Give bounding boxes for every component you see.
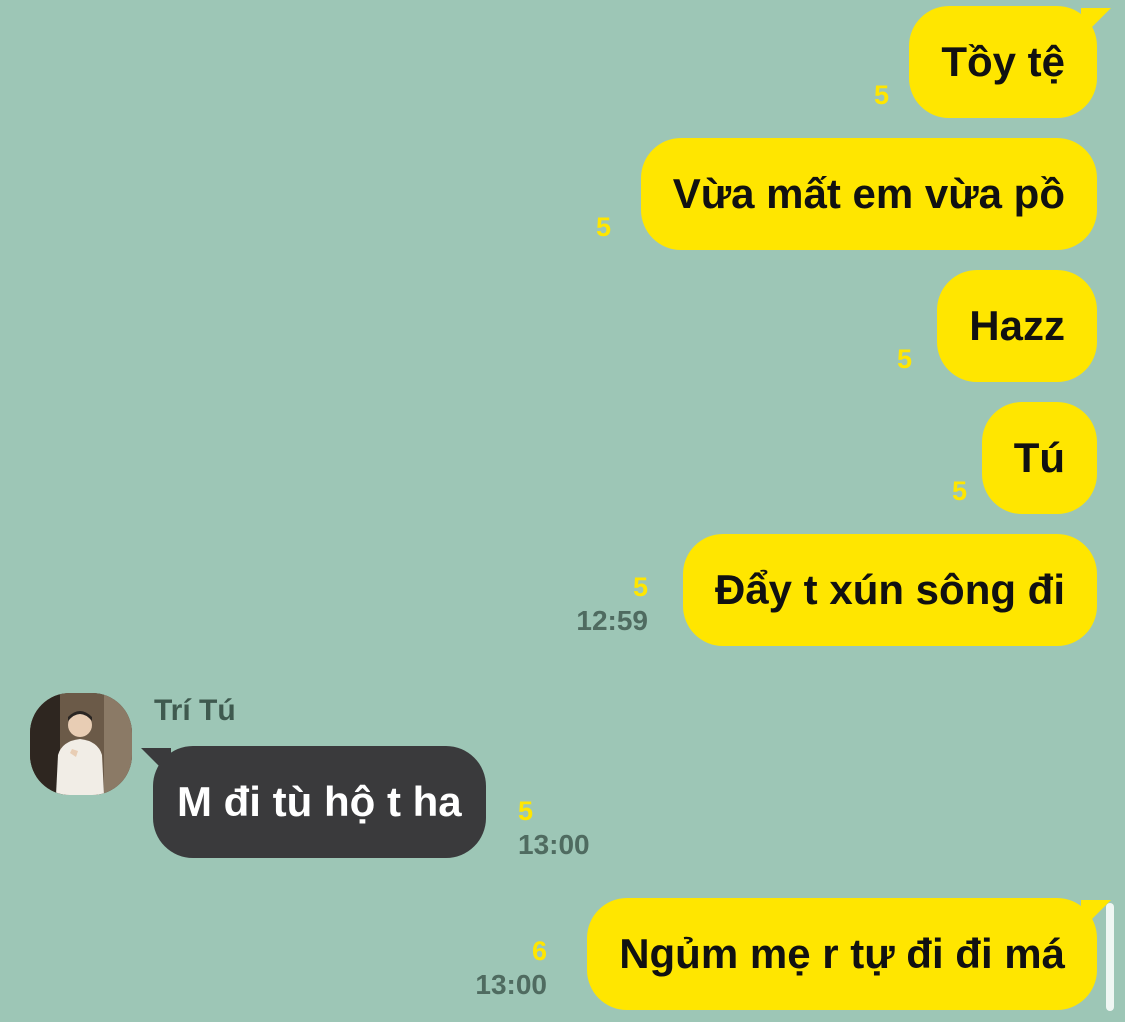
message-text: Hazz — [969, 302, 1065, 349]
message-bubble-incoming[interactable]: M đi tù hộ t ha — [141, 746, 486, 858]
sender-name: Trí Tú — [154, 694, 236, 727]
message-meta: 6 13:00 — [475, 936, 547, 1001]
message-bubble-outgoing[interactable]: Vừa mất em vừa pồ — [640, 138, 1097, 250]
message-meta: 5 — [596, 212, 611, 243]
message-meta: 5 13:00 — [518, 796, 590, 861]
chat-thread[interactable]: Tồy tệ 5 Vừa mất em vừa pồ 5 Hazz 5 Tú 5… — [0, 0, 1125, 1022]
profile-photo-icon[interactable] — [30, 693, 132, 795]
unread-count: 5 — [632, 572, 648, 602]
unread-count: 6 — [531, 936, 547, 966]
message-text: Đẩy t xún sông đi — [714, 566, 1065, 613]
unread-count: 5 — [951, 476, 967, 506]
message-meta: 5 — [952, 476, 967, 507]
unread-count: 5 — [896, 344, 912, 374]
message-text: Tú — [1013, 434, 1065, 481]
message-bubble-outgoing[interactable]: Đẩy t xún sông đi — [682, 534, 1097, 646]
unread-count: 5 — [518, 796, 534, 826]
avatar-image — [30, 693, 132, 795]
message-bubble-outgoing[interactable]: Tồy tệ — [909, 6, 1111, 118]
message-text: Tồy tệ — [941, 38, 1065, 85]
message-time: 12:59 — [576, 605, 648, 637]
message-bubble-outgoing[interactable]: Tú — [981, 402, 1097, 514]
message-time: 13:00 — [475, 969, 547, 1001]
bubble-tail — [141, 748, 171, 778]
message-meta: 5 — [897, 344, 912, 375]
message-text: M đi tù hộ t ha — [177, 778, 462, 825]
scrollbar[interactable] — [1106, 903, 1114, 1011]
message-meta: 5 — [874, 80, 889, 111]
unread-count: 5 — [595, 212, 611, 242]
message-bubble-outgoing[interactable]: Hazz — [937, 270, 1097, 382]
bubble-tail — [1081, 8, 1111, 38]
message-meta: 5 12:59 — [576, 572, 648, 637]
unread-count: 5 — [873, 80, 889, 110]
message-time: 13:00 — [518, 829, 590, 861]
message-bubble-outgoing[interactable]: Ngủm mẹ r tự đi đi má — [587, 898, 1111, 1010]
message-text: Vừa mất em vừa pồ — [672, 170, 1065, 217]
message-text: Ngủm mẹ r tự đi đi má — [619, 930, 1065, 977]
